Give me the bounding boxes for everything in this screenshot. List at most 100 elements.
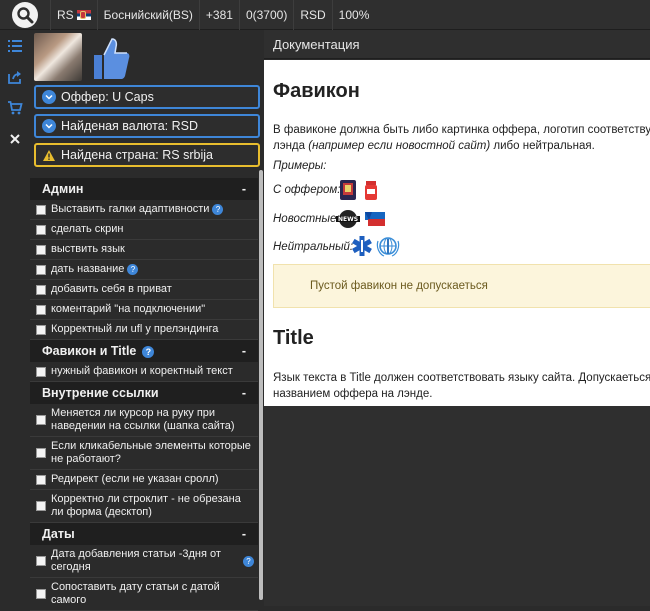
list-item[interactable]: нужный фавикон и коректный текст [30, 362, 258, 382]
help-icon[interactable]: ? [142, 346, 155, 358]
list-item[interactable]: Дата добавления статьи -3дня от сегодня? [30, 545, 258, 578]
checkbox[interactable] [36, 224, 46, 235]
list-item[interactable]: выствить язык [30, 240, 258, 260]
item-text: Если кликабельные элементы которые не ра… [51, 440, 251, 465]
help-icon[interactable]: ? [127, 264, 139, 275]
checkbox[interactable] [36, 448, 46, 458]
help-icon[interactable]: ? [212, 204, 224, 215]
section-internal-links[interactable]: Внутрение ссылки - [30, 382, 258, 404]
item-text: Корректный ли ufl у прелэндинга [51, 323, 219, 335]
phone-code[interactable]: +381 [198, 0, 239, 30]
currency-label: Найденая валюта: [61, 119, 169, 133]
checklist: Админ - Выставить галки адаптивности? сд… [30, 178, 258, 611]
title-heading: Title [273, 327, 314, 349]
list-item[interactable]: Корректно ли строклит - не обрезана ли ф… [30, 490, 258, 523]
item-text: Корректно ли строклит - не обрезана ли ф… [51, 493, 241, 518]
share-icon[interactable] [0, 61, 30, 92]
item-text: Дата добавления статьи -3дня от сегодня [51, 548, 221, 573]
top-bar: RS Боснийский(BS) +381 0(3700) RSD 100% [0, 0, 650, 30]
title-text-line1: Язык текста в Title должен соответствова… [273, 372, 650, 384]
checkbox[interactable] [36, 244, 46, 255]
offer-bottle-icon [365, 181, 377, 200]
checkbox[interactable] [36, 204, 46, 215]
list-icon[interactable] [0, 30, 30, 61]
list-item[interactable]: сделать скрин [30, 220, 258, 240]
collapse-toggle[interactable]: - [242, 344, 246, 358]
counter[interactable]: 0(3700) [238, 0, 293, 30]
offer-info-box: Оффер: U Caps [34, 85, 260, 109]
serbia-flag-icon [76, 9, 91, 20]
cart-icon[interactable] [0, 92, 30, 123]
neutral-label: Нейтральный: [273, 241, 354, 253]
title-text-line2: названием оффера на лэнде. [273, 388, 433, 400]
section-title: Фавикон и Title [42, 344, 137, 358]
section-title: Внутрение ссылки [42, 386, 159, 400]
list-item[interactable]: Выставить галки адаптивности? [30, 200, 258, 220]
list-item[interactable]: дать название? [30, 260, 258, 280]
item-text: выствить язык [51, 243, 125, 255]
doc-header: Документация [264, 30, 650, 59]
item-text: Редирект (если не указан сролл) [51, 473, 219, 485]
checkbox[interactable] [36, 474, 46, 485]
section-dates[interactable]: Даты - [30, 523, 258, 545]
doc-content: Фавикон В фавиконе должна быть либо карт… [264, 60, 650, 406]
country-extra: srbija [183, 148, 213, 162]
chevron-down-icon[interactable] [42, 90, 56, 104]
currency-selector[interactable]: RSD [293, 0, 331, 30]
zoom-level[interactable]: 100% [331, 0, 376, 30]
item-text: нужный фавикон и коректный текст [51, 365, 233, 377]
chevron-down-icon[interactable] [42, 119, 56, 133]
icon-rail [0, 30, 30, 606]
close-icon[interactable] [0, 123, 30, 154]
checkbox[interactable] [36, 415, 46, 425]
country-selector[interactable]: RS [50, 0, 97, 30]
checkbox[interactable] [36, 589, 46, 599]
item-text: коментарий "на подключении" [51, 303, 206, 315]
who-logo-icon [376, 237, 400, 257]
list-item[interactable]: Сопоставить дату статьи с датой самого [30, 578, 258, 611]
checkbox[interactable] [36, 264, 46, 275]
list-item[interactable]: Редирект (если не указан сролл) [30, 470, 258, 490]
currency-value: RSD [171, 119, 199, 133]
section-admin[interactable]: Админ - [30, 178, 258, 200]
item-text: добавить себя в приват [51, 283, 172, 295]
list-item[interactable]: Меняется ли курсор на руку при наведении… [30, 404, 258, 437]
star-of-life-icon [352, 236, 372, 256]
panel-scrollbar[interactable] [259, 170, 263, 600]
section-favicon-title[interactable]: Фавикон и Title? - [30, 340, 258, 362]
checkbox[interactable] [36, 501, 46, 511]
collapse-toggle[interactable]: - [242, 386, 246, 400]
item-text: Сопоставить дату статьи с датой самого [51, 581, 220, 606]
checkbox[interactable] [36, 556, 46, 566]
list-item[interactable]: коментарий "на подключении" [30, 300, 258, 320]
item-text: дать название [51, 263, 125, 275]
collapse-toggle[interactable]: - [242, 182, 246, 196]
list-item[interactable]: добавить себя в приват [30, 280, 258, 300]
empty-favicon-alert: Пустой фавикон не допускаеться [273, 264, 650, 308]
list-item[interactable]: Если кликабельные элементы которые не ра… [30, 437, 258, 470]
language-selector[interactable]: Боснийский(BS) [96, 0, 199, 30]
checkbox[interactable] [36, 284, 46, 295]
checkbox[interactable] [36, 366, 46, 377]
with-offer-label: С оффером: [273, 184, 341, 196]
item-text: Выставить галки адаптивности [51, 203, 210, 215]
favicon-text-line1: В фавиконе должна быть либо картинка офф… [273, 124, 650, 136]
news-icon-text: NEWS [338, 216, 358, 223]
country-code: RS [57, 7, 74, 22]
collapse-toggle[interactable]: - [242, 527, 246, 541]
country-label: Найдена страна: [61, 148, 159, 162]
section-title: Даты [42, 527, 75, 541]
offer-label: Оффер: [61, 90, 109, 104]
news-label: Новостные: [273, 213, 340, 225]
search-logo-icon [12, 1, 38, 28]
logo[interactable] [0, 0, 50, 30]
checkbox[interactable] [36, 324, 46, 335]
text-part: лэнда [273, 140, 309, 152]
breaking-news-icon [365, 212, 385, 226]
list-item[interactable]: Корректный ли ufl у прелэндинга [30, 320, 258, 340]
country-value: RS [162, 148, 180, 162]
check-panel: Оффер: U Caps Найденая валюта: RSD Найде… [30, 30, 264, 611]
help-icon[interactable]: ? [243, 555, 254, 567]
checkbox[interactable] [36, 304, 46, 315]
favicon-text-line2: лэнда (например если новостной сайт) либ… [273, 139, 650, 154]
